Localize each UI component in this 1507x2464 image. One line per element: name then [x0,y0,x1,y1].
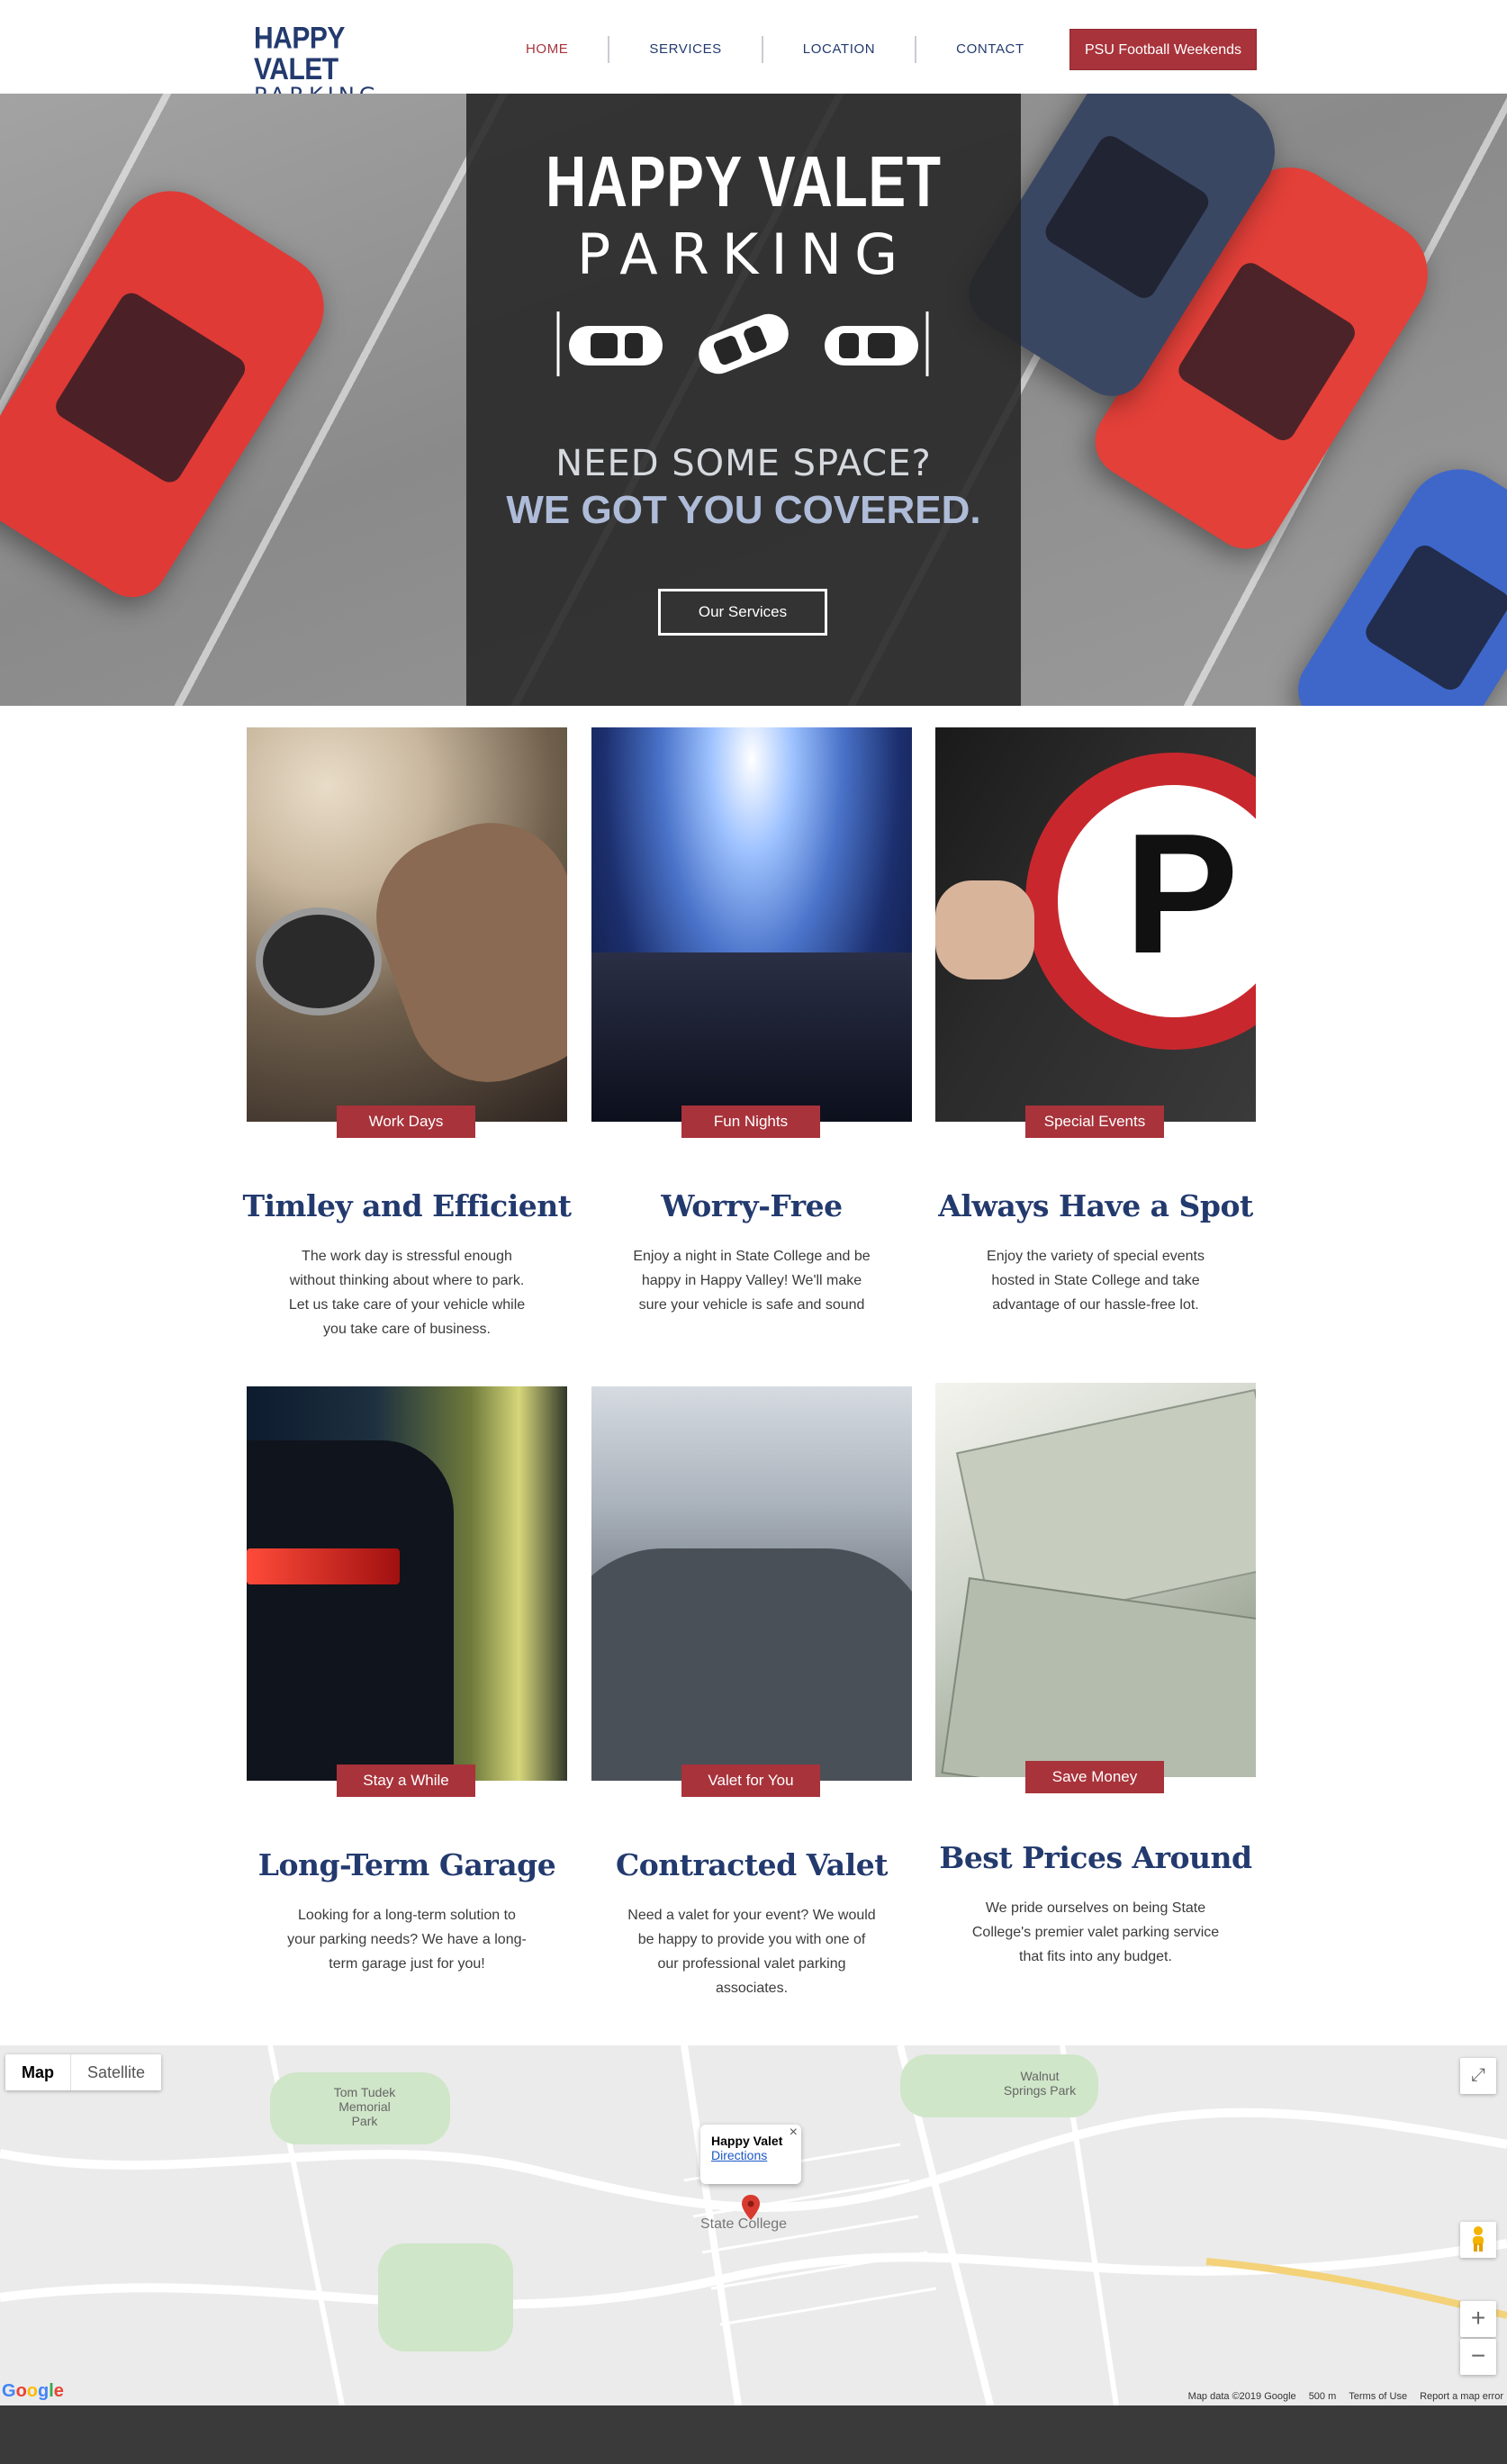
zoom-out-icon[interactable]: − [1460,2339,1496,2375]
main-nav: HOME SERVICES LOCATION CONTACT [486,32,1064,67]
report-error-link[interactable]: Report a map error [1420,2391,1503,2402]
hero-banner: HAPPY VALET PARKING NEED SOME SPACE? WE … [0,94,1507,706]
card-tag[interactable]: Valet for You [681,1765,820,1797]
nav-contact[interactable]: CONTACT [916,36,1064,63]
location-map[interactable]: Tom Tudek Memorial Park Walnut Springs P… [0,2045,1507,2405]
card-tag[interactable]: Stay a While [337,1765,475,1797]
fun-nights-image [591,727,912,1122]
card-text: We pride ourselves on being State Colleg… [971,1900,1220,1964]
fullscreen-icon[interactable]: ⤢ [1460,2058,1496,2094]
card-text: Need a valet for your event? We would be… [627,1908,876,1996]
map-attribution: Map data ©2019 Google [1187,2391,1296,2402]
directions-link[interactable]: Directions [711,2148,790,2162]
park-area [378,2243,513,2351]
map-place-label: Walnut Springs Park [1003,2069,1077,2098]
nav-location[interactable]: LOCATION [763,36,917,63]
map-place-label: Tom Tudek Memorial Park [333,2085,396,2128]
work-days-image [247,727,567,1122]
map-scale: 500 m [1308,2391,1337,2402]
site-header: HAPPY VALET PARKING HOME SERVICES LOCATI… [0,0,1507,108]
nav-home[interactable]: HOME [486,36,610,63]
hero-title-line-1: HAPPY VALET [546,141,942,221]
map-tab-satellite[interactable]: Satellite [71,2054,161,2090]
card-tag[interactable]: Special Events [1025,1106,1164,1138]
save-money-image [935,1383,1256,1777]
site-logo[interactable]: HAPPY VALET PARKING [254,23,407,108]
card-title: Long-Term Garage [257,1847,556,1882]
card-text: Enjoy a night in State College and be ha… [633,1249,871,1313]
logo-line-1: HAPPY VALET [254,21,345,87]
hero-logo: HAPPY VALET PARKING [466,146,1021,286]
card-title: Always Have a Spot [938,1188,1253,1223]
card-text: The work day is stressful enough without… [288,1249,526,1337]
hero-tagline-1: NEED SOME SPACE? [555,443,932,484]
nav-services[interactable]: SERVICES [609,36,763,63]
footer-bar [0,2405,1507,2464]
special-events-image: P [935,727,1256,1122]
map-footer: Map data ©2019 Google 500 m Terms of Use… [1188,2391,1503,2402]
our-services-button[interactable]: Our Services [658,589,827,636]
hero-tagline-2: WE GOT YOU COVERED. [506,488,981,532]
card-title: Contracted Valet [616,1847,888,1882]
google-logo: Google [2,2381,64,2401]
card-title: Best Prices Around [939,1840,1252,1875]
card-text: Enjoy the variety of special events host… [987,1249,1205,1313]
card-title: Worry-Free [661,1188,843,1223]
map-type-tabs: Map Satellite [5,2054,162,2090]
card-tag[interactable]: Work Days [337,1106,475,1138]
psu-football-button[interactable]: PSU Football Weekends [1069,29,1257,70]
stay-a-while-image [247,1386,567,1781]
popup-place-name: Happy Valet [711,2134,783,2148]
valet-for-you-image [591,1386,912,1781]
card-tag[interactable]: Fun Nights [681,1106,820,1138]
terms-link[interactable]: Terms of Use [1349,2391,1407,2402]
map-info-window: × Happy Valet Directions [700,2125,801,2184]
close-icon[interactable]: × [790,2125,798,2141]
hero-title-line-2: PARKING [576,221,911,287]
pegman-icon[interactable] [1460,2222,1496,2258]
hero-text-panel: HAPPY VALET PARKING NEED SOME SPACE? WE … [466,94,1021,706]
three-cars-icon [556,311,929,376]
zoom-in-icon[interactable]: + [1460,2301,1496,2337]
card-text: Looking for a long-term solution to your… [287,1908,527,1972]
card-tag[interactable]: Save Money [1025,1761,1164,1793]
card-title: Timley and Efficient [242,1188,572,1223]
map-tab-map[interactable]: Map [5,2054,71,2090]
map-marker-icon[interactable] [742,2195,760,2220]
